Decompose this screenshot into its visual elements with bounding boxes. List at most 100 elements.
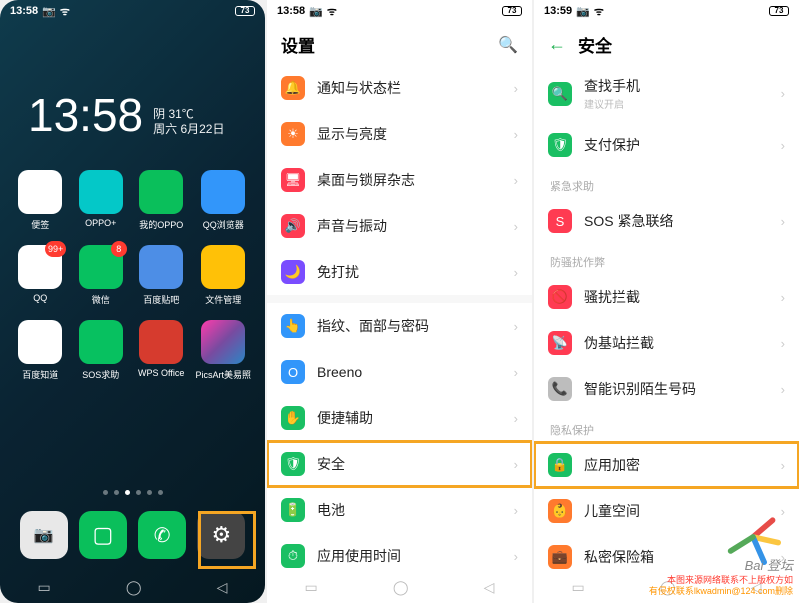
app-6[interactable]: 百度贴吧 bbox=[135, 245, 188, 306]
app-9[interactable]: SOS求助 bbox=[74, 320, 127, 381]
app-7[interactable]: 文件管理 bbox=[195, 245, 251, 306]
app-label: 百度贴吧 bbox=[143, 293, 179, 306]
nav-back-icon[interactable]: ◁ bbox=[484, 579, 495, 596]
nav-back-icon[interactable]: ◁ bbox=[751, 579, 762, 596]
settings-list: 🔔通知与状态栏›☀显示与亮度›🖥桌面与锁屏杂志›🔊声音与振动› 🌙 免打扰 › 👆指纹、… bbox=[267, 65, 532, 571]
app-grid: 便签OPPO+我的OPPO QQ浏览器 99+QQ 8 微信 百度贴吧 文件管理百度知道 SO… bbox=[0, 158, 265, 482]
app-icon bbox=[79, 320, 123, 364]
status-bar: 13:59 📷 ᯤ 73 bbox=[534, 0, 799, 22]
dock-phone[interactable]: ✆ bbox=[138, 511, 186, 559]
row-label: 通知与状态栏 bbox=[317, 78, 502, 98]
app-icon bbox=[79, 170, 123, 214]
app-2[interactable]: 我的OPPO bbox=[135, 170, 188, 231]
security-row-1-0[interactable]: SSOS 紧急联络› bbox=[534, 198, 799, 244]
app-8[interactable]: 百度知道 bbox=[14, 320, 66, 381]
nav-home-icon[interactable]: ◯ bbox=[393, 579, 409, 596]
app-icon bbox=[139, 170, 183, 214]
nav-home-icon[interactable]: ◯ bbox=[660, 579, 676, 596]
row-label: 便捷辅助 bbox=[317, 408, 502, 428]
app-1[interactable]: OPPO+ bbox=[74, 170, 127, 231]
chevron-right-icon: › bbox=[514, 457, 518, 472]
security-row-3-0[interactable]: 🔒 应用加密 › bbox=[534, 442, 799, 488]
settings-row-4[interactable]: 🌙免打扰› bbox=[267, 249, 532, 295]
row-icon: 👶 bbox=[548, 499, 572, 523]
app-icon bbox=[201, 320, 245, 364]
security-row-2-0[interactable]: 🚫骚扰拦截› bbox=[534, 274, 799, 320]
settings-row-9[interactable]: 🛡安全› bbox=[267, 441, 532, 487]
settings-row-2[interactable]: 🖥桌面与锁屏杂志› bbox=[267, 157, 532, 203]
status-time: 13:58 bbox=[10, 5, 38, 17]
nav-back-icon[interactable]: ◁ bbox=[217, 579, 228, 596]
app-label: QQ浏览器 bbox=[203, 218, 244, 231]
app-3[interactable]: QQ浏览器 bbox=[195, 170, 251, 231]
page-title: 设置 bbox=[281, 32, 486, 57]
app-icon: 8 bbox=[79, 245, 123, 289]
chevron-right-icon: › bbox=[514, 411, 518, 426]
row-label: 显示与亮度 bbox=[317, 124, 502, 144]
security-row-2-2[interactable]: 📞智能识别陌生号码› bbox=[534, 366, 799, 412]
app-10[interactable]: WPS Office bbox=[135, 320, 188, 381]
nav-recents-icon[interactable]: ▭ bbox=[305, 579, 318, 596]
phone-settings-screen: 13:58 📷 ᯤ 73 设置 🔍 🔔通知与状态栏›☀显示与亮度›🖥桌面与锁屏杂… bbox=[267, 0, 532, 603]
row-icon: 🌙 bbox=[281, 260, 305, 284]
weather-text: 阴 31℃ bbox=[153, 107, 224, 123]
security-row-0-1[interactable]: 🛡支付保护› bbox=[534, 122, 799, 168]
security-row-0-0[interactable]: 🔍查找手机建议开启› bbox=[534, 65, 799, 122]
settings-row-3[interactable]: 🔊声音与振动› bbox=[267, 203, 532, 249]
app-4[interactable]: 99+QQ bbox=[14, 245, 66, 306]
row-icon: 🔒 bbox=[548, 453, 572, 477]
chevron-right-icon: › bbox=[514, 173, 518, 188]
row-label: SOS 紧急联络 bbox=[584, 211, 769, 231]
dock-settings[interactable]: ⚙ bbox=[197, 511, 245, 559]
row-icon: O bbox=[281, 360, 305, 384]
settings-row-8[interactable]: ✋ 便捷辅助 › bbox=[267, 395, 532, 441]
row-label: 应用加密 bbox=[584, 455, 769, 475]
phone-home-screen: 13:58 📷 ᯤ 73 13:58 阴 31℃ 周六 6月22日 便签OPPO… bbox=[0, 0, 265, 603]
settings-row-11[interactable]: ⏱应用使用时间› bbox=[267, 533, 532, 571]
row-icon: 📞 bbox=[548, 377, 572, 401]
app-icon bbox=[201, 170, 245, 214]
app-0[interactable]: 便签 bbox=[14, 170, 66, 231]
row-label: 安全 bbox=[317, 454, 502, 474]
settings-row-6[interactable]: 👆指纹、面部与密码› bbox=[267, 303, 532, 349]
wifi-icon: ᯤ bbox=[327, 4, 337, 19]
settings-row-1[interactable]: ☀显示与亮度› bbox=[267, 111, 532, 157]
app-icon bbox=[201, 245, 245, 289]
row-icon: ✋ bbox=[281, 406, 305, 430]
status-bar: 13:58 📷 ᯤ 73 bbox=[0, 0, 265, 22]
app-11[interactable]: PicsArt美易照 bbox=[195, 320, 251, 381]
security-row-3-2[interactable]: 💼私密保险箱› bbox=[534, 534, 799, 571]
chevron-right-icon: › bbox=[781, 550, 785, 565]
row-icon: 👆 bbox=[281, 314, 305, 338]
search-icon[interactable]: 🔍 bbox=[498, 35, 518, 55]
app-icon bbox=[139, 320, 183, 364]
security-row-3-1[interactable]: 👶儿童空间› bbox=[534, 488, 799, 534]
wifi-icon: ᯤ bbox=[60, 4, 70, 19]
row-label: 支付保护 bbox=[584, 135, 769, 155]
settings-row-0[interactable]: 🔔通知与状态栏› bbox=[267, 65, 532, 111]
chevron-right-icon: › bbox=[781, 214, 785, 229]
app-label: 百度知道 bbox=[22, 368, 58, 381]
dock-camera[interactable]: 📷 bbox=[20, 511, 68, 559]
dock: 📷 ▢ ✆ ⚙ bbox=[0, 503, 265, 571]
row-icon: 🔊 bbox=[281, 214, 305, 238]
app-5[interactable]: 8 微信 bbox=[74, 245, 127, 306]
chevron-right-icon: › bbox=[781, 458, 785, 473]
dock-messages[interactable]: ▢ bbox=[79, 511, 127, 559]
row-icon: 🛡 bbox=[548, 133, 572, 157]
camera-notch-icon: 📷 bbox=[309, 5, 323, 18]
clock-widget[interactable]: 13:58 阴 31℃ 周六 6月22日 bbox=[0, 22, 265, 158]
settings-row-10[interactable]: 🔋电池› bbox=[267, 487, 532, 533]
back-icon[interactable]: ← bbox=[548, 34, 566, 55]
nav-home-icon[interactable]: ◯ bbox=[126, 579, 142, 596]
app-label: 微信 bbox=[92, 293, 110, 306]
row-label: 电池 bbox=[317, 500, 502, 520]
nav-recents-icon[interactable]: ▭ bbox=[572, 579, 585, 596]
row-label: 儿童空间 bbox=[584, 501, 769, 521]
nav-recents-icon[interactable]: ▭ bbox=[38, 579, 51, 596]
row-label: 免打扰 bbox=[317, 262, 502, 282]
security-row-2-1[interactable]: 📡伪基站拦截› bbox=[534, 320, 799, 366]
settings-row-7[interactable]: OBreeno› bbox=[267, 349, 532, 395]
app-label: PicsArt美易照 bbox=[195, 368, 251, 381]
app-icon bbox=[18, 170, 62, 214]
